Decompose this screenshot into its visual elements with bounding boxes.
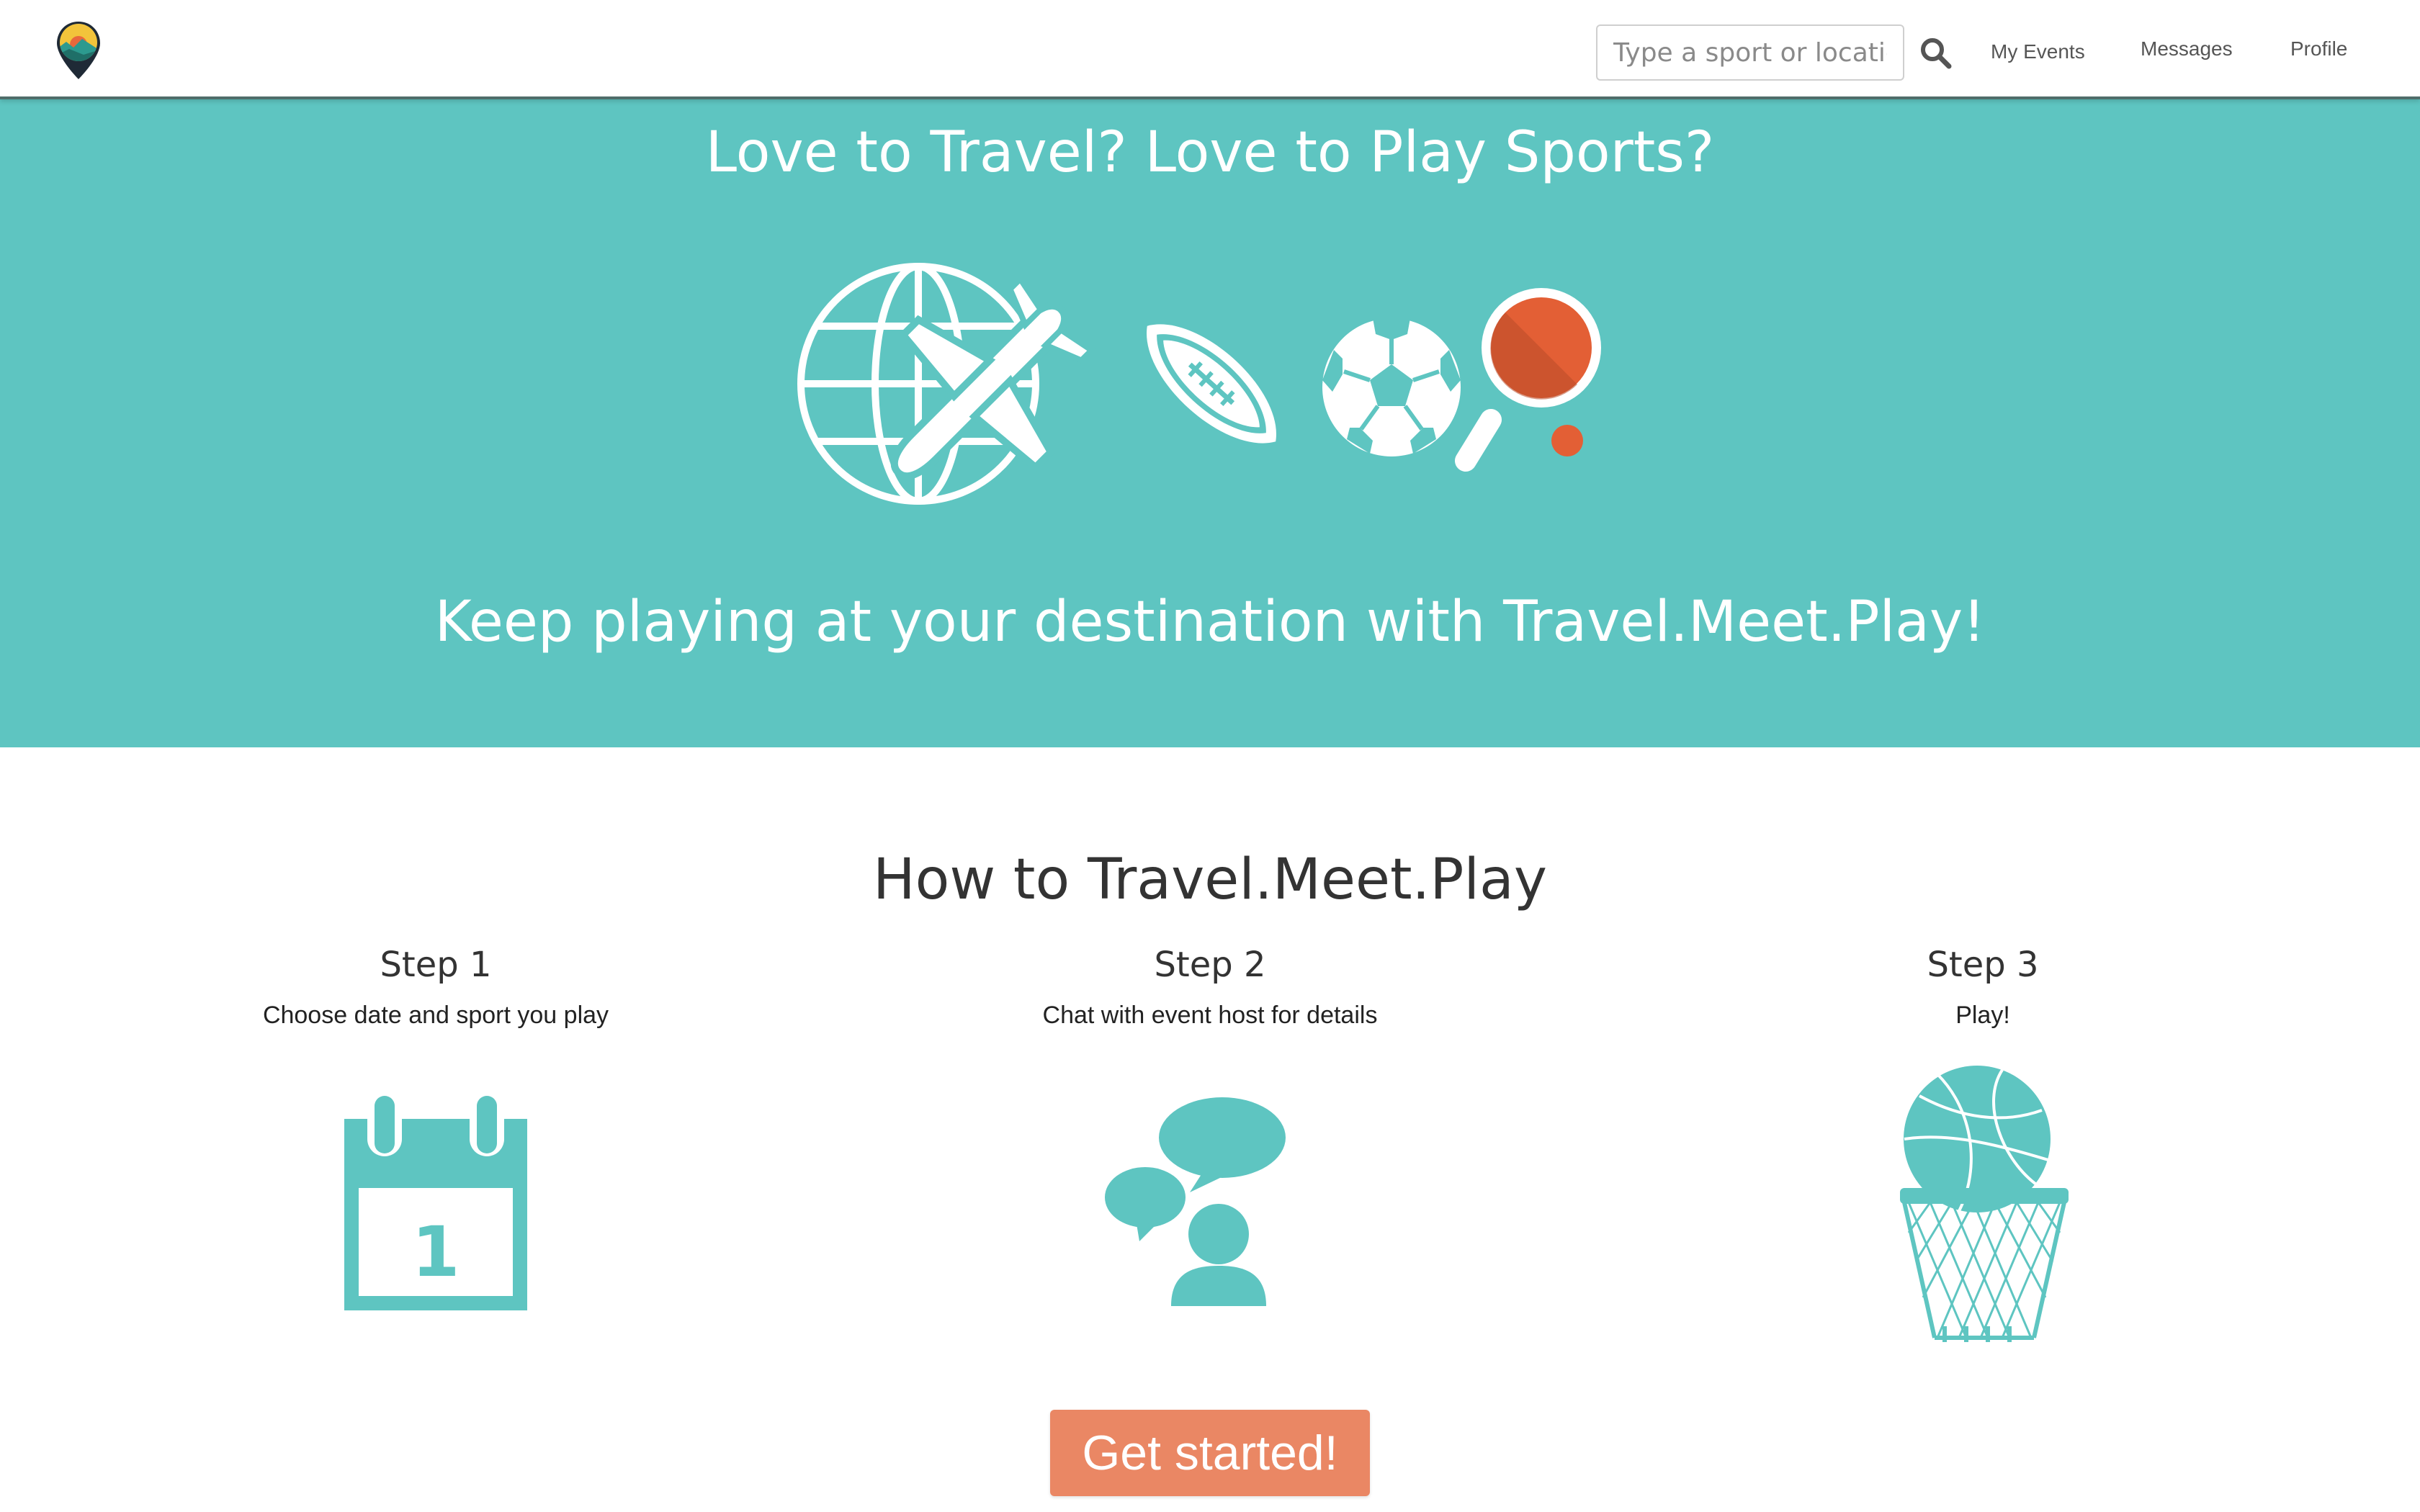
ping-pong-paddle-icon: [1455, 288, 1601, 472]
soccer-ball-icon: [1322, 318, 1461, 456]
step-1-title: Step 1: [380, 945, 492, 985]
get-started-button[interactable]: Get started!: [1050, 1410, 1370, 1496]
nav-link-messages[interactable]: Messages: [2141, 37, 2233, 60]
hero-banner: Love to Travel? Love to Play Sports? Kee…: [0, 99, 2420, 747]
step-3: Step 3 Play!: [1623, 945, 2343, 1030]
hero-title: Love to Travel? Love to Play Sports?: [705, 120, 1715, 185]
location-pin-logo-icon[interactable]: [55, 20, 102, 81]
nav-link-profile[interactable]: Profile: [2290, 37, 2347, 60]
step-2-title: Step 2: [1154, 945, 1266, 985]
football-icon: [1147, 324, 1276, 444]
calendar-icon: 1: [344, 1090, 527, 1310]
top-navbar: My Events Messages Profile: [0, 0, 2420, 99]
chat-person-icon: [1105, 1097, 1286, 1306]
step-3-description: Play!: [1955, 1001, 2010, 1029]
hero-illustration: [797, 263, 1601, 505]
how-to-title: How to Travel.Meet.Play: [872, 847, 1548, 912]
search-icon[interactable]: [1919, 36, 1952, 69]
calendar-day-number: 1: [412, 1212, 460, 1292]
step-1-description: Choose date and sport you play: [262, 1001, 609, 1029]
globe-airplane-icon: [797, 263, 1096, 505]
step-1: Step 1 Choose date and sport you play: [76, 945, 796, 1030]
step-2: Step 2 Chat with event host for details: [850, 945, 1570, 1030]
search-input[interactable]: [1596, 24, 1904, 81]
step-2-description: Chat with event host for details: [1042, 1001, 1378, 1029]
hero-subtitle: Keep playing at your destination with Tr…: [434, 590, 1986, 654]
basketball-hoop-icon: [1900, 1066, 2069, 1342]
step-3-title: Step 3: [1927, 945, 2039, 985]
nav-link-my-events[interactable]: My Events: [1991, 40, 2085, 63]
